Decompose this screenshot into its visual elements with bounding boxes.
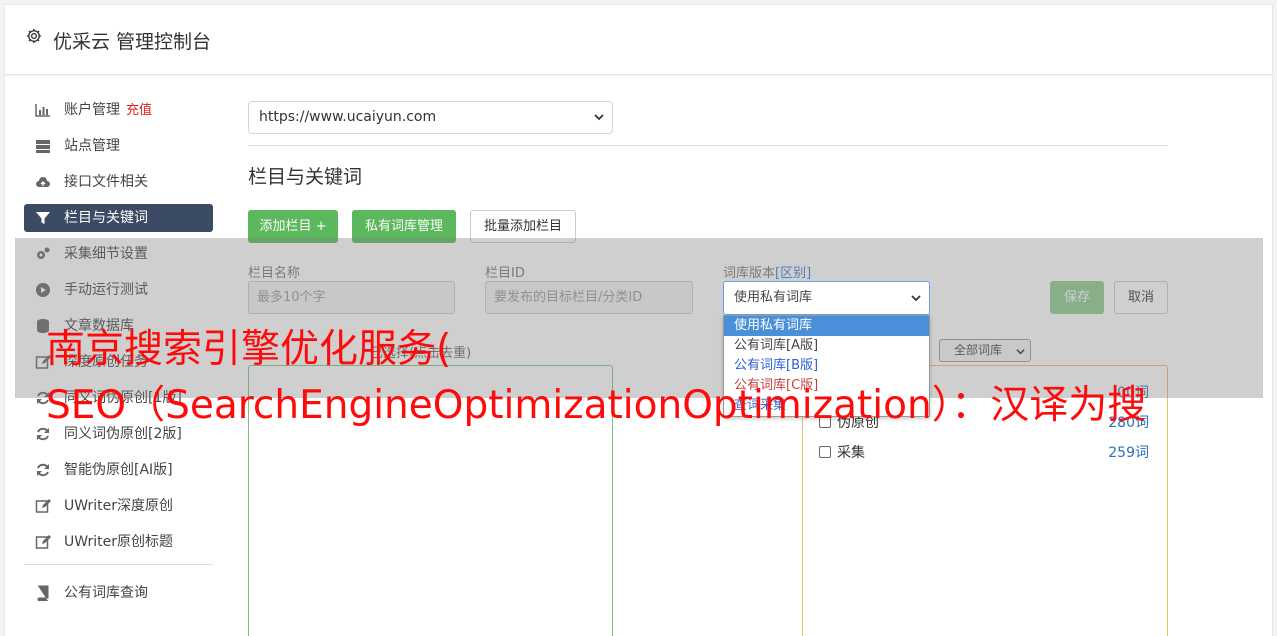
sidebar-item-label: 接口文件相关 [64, 174, 148, 190]
app-header: 优采云 管理控制台 [4, 4, 1273, 75]
keyword-group-row[interactable]: 采集 [819, 442, 865, 462]
watermark-line-2: SEO（SearchEngineOptimizationOptimization… [46, 383, 1147, 428]
watermark-line-1: 南京搜索引擎优化服务( [46, 327, 452, 372]
site-select-value: https://www.ucaiyun.com [259, 109, 437, 125]
dropdown-option[interactable]: 公有词库[B版] [724, 356, 929, 376]
sidebar-item-interface[interactable]: 接口文件相关 [24, 168, 213, 196]
keyword-checkbox[interactable] [819, 446, 831, 458]
gear-icon [26, 28, 42, 44]
dropdown-option[interactable]: 使用私有词库 [724, 316, 929, 336]
sidebar-item-label: 站点管理 [64, 138, 120, 154]
sidebar-item-label: UWriter原创标题 [64, 534, 173, 550]
sidebar-item-public-lib[interactable]: 公有词库查询 [24, 579, 213, 607]
lib-version-select[interactable]: 使用私有词库 [723, 281, 930, 315]
sidebar-item-label: UWriter深度原创 [64, 498, 173, 514]
edit-icon [35, 499, 51, 513]
sidebar-item-label: 栏目与关键词 [64, 210, 148, 226]
chevron-down-icon [594, 114, 604, 121]
sidebar-item-label: 账户管理 [64, 102, 120, 118]
page-title: 栏目与关键词 [248, 166, 363, 188]
server-icon [36, 140, 50, 153]
sidebar-item-account[interactable]: 账户管理 充值 [24, 96, 213, 124]
chevron-down-icon [911, 295, 921, 302]
sidebar-divider [24, 564, 213, 565]
overlay-band [15, 238, 1263, 398]
keyword-group-label: 采集 [837, 445, 865, 461]
sidebar-item-ai-rewrite[interactable]: 智能伪原创[AI版] [24, 456, 213, 484]
sidebar-item-label: 同义词伪原创[2版] [64, 426, 182, 442]
sidebar-item-columns-keywords[interactable]: 栏目与关键词 [24, 204, 213, 232]
cloud-upload-icon [36, 177, 50, 187]
book-icon [37, 585, 49, 601]
sidebar-item-uwriter-deep[interactable]: UWriter深度原创 [24, 492, 213, 520]
sidebar-item-sites[interactable]: 站点管理 [24, 132, 213, 160]
bar-chart-icon [35, 104, 50, 117]
recharge-link[interactable]: 充值 [126, 103, 152, 118]
divider [248, 145, 1168, 146]
site-select[interactable]: https://www.ucaiyun.com [248, 101, 613, 134]
sidebar-item-uwriter-title[interactable]: UWriter原创标题 [24, 528, 213, 556]
keyword-count: 259词 [1108, 445, 1149, 461]
filter-icon [36, 212, 50, 224]
lib-version-value: 使用私有词库 [734, 290, 813, 305]
sidebar-item-label: 公有词库查询 [64, 585, 148, 601]
edit-icon [35, 535, 51, 549]
dropdown-option[interactable]: 公有词库[A版] [724, 336, 929, 356]
sidebar-item-label: 智能伪原创[AI版] [64, 462, 173, 478]
refresh-icon [37, 427, 49, 441]
app-title: 优采云 管理控制台 [53, 31, 212, 53]
refresh-icon [37, 463, 49, 477]
